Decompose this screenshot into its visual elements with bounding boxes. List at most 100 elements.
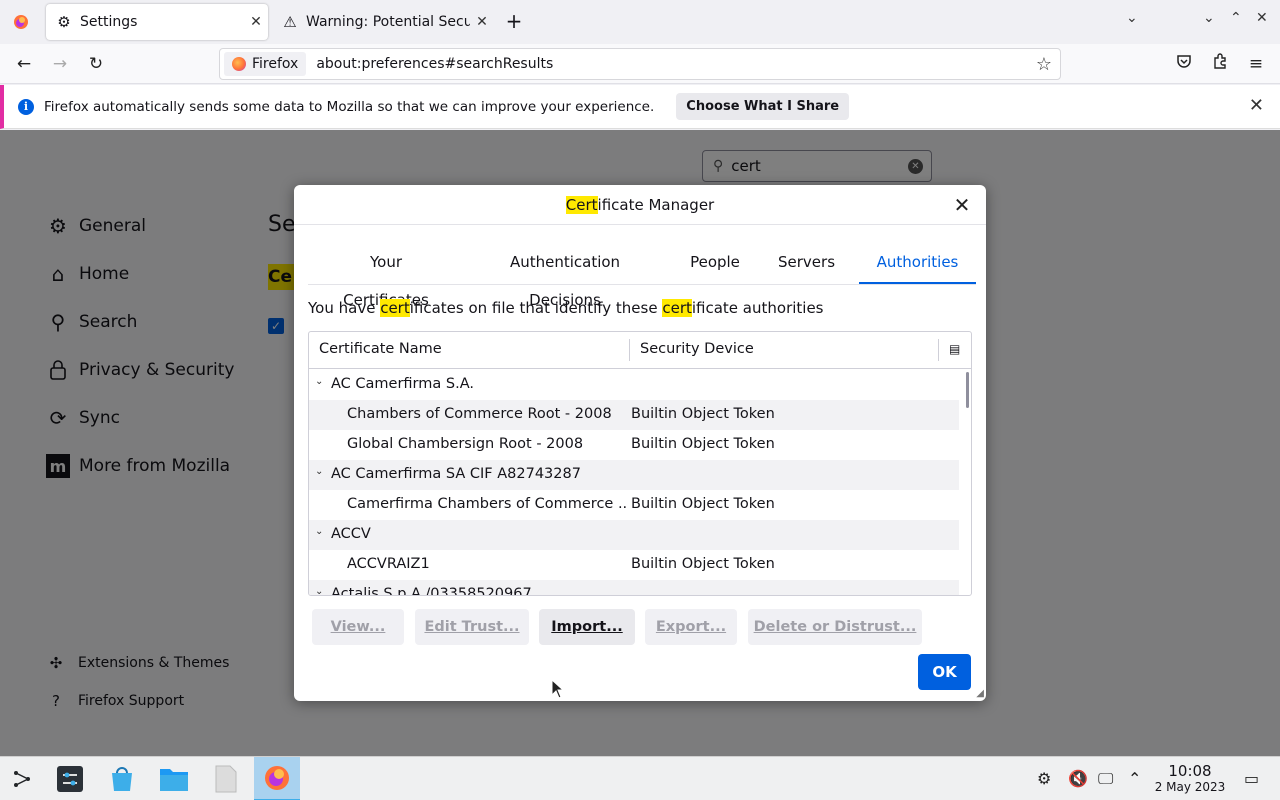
tree-group-row[interactable]: ⌄ AC Camerfirma SA CIF A82743287 <box>309 460 959 490</box>
app-launcher-icon[interactable] <box>6 763 38 795</box>
reload-icon[interactable]: ↻ <box>84 52 108 76</box>
tree-row[interactable]: ACCVRAIZ1 Builtin Object Token <box>309 550 959 580</box>
certificate-manager-dialog: Certificate Manager ✕ Your Certificates … <box>294 185 986 701</box>
tree-header: Certificate Name Security Device ▤ <box>309 332 971 369</box>
warning-icon: ⚠ <box>283 13 297 31</box>
tab-settings[interactable]: ⚙ Settings ✕ <box>46 4 268 40</box>
network-icon[interactable]: ⚙ <box>1037 769 1051 788</box>
tab-your-certificates[interactable]: Your Certificates <box>328 243 444 309</box>
firefox-taskbar-icon[interactable] <box>254 757 300 800</box>
tray-expand-icon[interactable]: ⌃ <box>1128 769 1141 788</box>
chevron-down-icon[interactable]: ⌄ <box>315 586 323 595</box>
security-device: Builtin Object Token <box>631 436 775 452</box>
firefox-logo-icon <box>232 57 246 71</box>
scrollbar[interactable] <box>966 372 969 408</box>
close-tab-icon[interactable]: ✕ <box>244 14 268 30</box>
discover-icon[interactable] <box>106 763 138 795</box>
tab-authorities[interactable]: Authorities <box>859 243 976 284</box>
certificate-name: Actalis S.p.A./03358520967 <box>331 586 532 596</box>
certificate-tabs: Your Certificates Authentication Decisio… <box>308 243 976 309</box>
mouse-cursor-icon <box>551 679 565 699</box>
url-text[interactable]: about:preferences#searchResults <box>316 56 553 72</box>
desc-text: You have <box>308 299 381 317</box>
clock-time: 10:08 <box>1168 762 1212 780</box>
resize-grip-icon[interactable]: ◢ <box>976 688 984 699</box>
certificate-name: Camerfirma Chambers of Commerce ... <box>347 496 627 512</box>
tab-title: Settings <box>80 14 138 30</box>
clock-date: 2 May 2023 <box>1154 780 1226 794</box>
tree-group-row[interactable]: ⌄ Actalis S.p.A./03358520967 <box>309 580 959 596</box>
tab-servers[interactable]: Servers <box>778 243 835 284</box>
clock[interactable]: 10:08 2 May 2023 <box>1150 763 1230 795</box>
tab-people[interactable]: People <box>690 243 740 284</box>
file-manager-icon[interactable] <box>158 763 190 795</box>
gear-icon: ⚙ <box>57 13 71 31</box>
close-icon[interactable]: ✕ <box>1249 95 1264 116</box>
tree-row[interactable]: Chambers of Commerce Root - 2008 Builtin … <box>309 400 959 430</box>
security-device: Builtin Object Token <box>631 556 775 572</box>
column-header-certificate-name[interactable]: Certificate Name <box>319 341 442 357</box>
chevron-down-icon[interactable]: ⌄ <box>315 466 323 477</box>
certificate-name: AC Camerfirma SA CIF A82743287 <box>331 466 581 482</box>
pocket-icon[interactable] <box>1172 52 1196 76</box>
data-reporting-notification: i Firefox automatically sends some data … <box>0 85 1280 129</box>
close-tab-icon[interactable]: ✕ <box>470 14 494 30</box>
tree-rows: ⌄ AC Camerfirma S.A. Chambers of Commerce … <box>309 370 959 596</box>
certificate-name: AC Camerfirma S.A. <box>331 376 474 392</box>
info-icon: i <box>18 98 34 115</box>
new-tab-button[interactable]: + <box>502 10 526 34</box>
firefox-view-button[interactable] <box>6 6 36 38</box>
tree-group-row[interactable]: ⌄ ACCV <box>309 520 959 550</box>
column-header-security-device[interactable]: Security Device <box>640 341 754 357</box>
document-icon[interactable] <box>210 763 242 795</box>
notification-text: Firefox automatically sends some data to… <box>44 98 655 115</box>
tab-bar: ⚙ Settings ✕ ⚠ Warning: Potential Securi… <box>0 0 1280 44</box>
dialog-title-text: ificate Manager <box>597 196 715 214</box>
column-picker-icon[interactable]: ▤ <box>949 342 960 356</box>
search-highlight: Cert <box>565 196 598 214</box>
navigation-toolbar: ← → ↻ Firefox about:preferences#searchRe… <box>0 44 1280 84</box>
maximize-icon[interactable]: ⌃ <box>1230 10 1242 26</box>
tab-authentication-decisions[interactable]: Authentication Decisions <box>477 243 653 309</box>
dialog-title: Certificate Manager <box>294 185 986 225</box>
delete-or-distrust-button[interactable]: Delete or Distrust... <box>748 609 922 645</box>
ok-button[interactable]: OK <box>918 654 971 690</box>
taskbar: ⚙ 🔇 🖵 ⌃ 10:08 2 May 2023 ▭ <box>0 756 1280 800</box>
bookmark-star-icon[interactable]: ☆ <box>1036 54 1052 75</box>
view-button[interactable]: View... <box>312 609 404 645</box>
show-desktop-icon[interactable]: ▭ <box>1244 769 1259 788</box>
import-button[interactable]: Import... <box>539 609 635 645</box>
menu-icon[interactable]: ≡ <box>1244 52 1268 76</box>
url-bar[interactable]: Firefox about:preferences#searchResults … <box>219 48 1061 80</box>
chevron-down-icon[interactable]: ⌄ <box>315 526 323 537</box>
choose-what-i-share-button[interactable]: Choose What I Share <box>676 93 850 120</box>
certificate-tree[interactable]: Certificate Name Security Device ▤ ⌄ AC C… <box>308 331 972 596</box>
column-divider[interactable] <box>629 339 630 361</box>
column-divider[interactable] <box>938 339 939 361</box>
search-highlight: cert <box>662 299 692 317</box>
edit-trust-button[interactable]: Edit Trust... <box>415 609 529 645</box>
tree-row[interactable]: Global Chambersign Root - 2008 Builtin Ob… <box>309 430 959 460</box>
list-all-tabs-icon[interactable]: ⌄ <box>1126 10 1138 26</box>
authorities-description: You have certificates on file that ident… <box>308 299 824 317</box>
system-settings-icon[interactable] <box>54 763 86 795</box>
display-icon[interactable]: 🖵 <box>1098 769 1113 789</box>
close-icon[interactable]: ✕ <box>950 193 974 217</box>
export-button[interactable]: Export... <box>645 609 737 645</box>
volume-muted-icon[interactable]: 🔇 <box>1068 769 1088 788</box>
minimize-icon[interactable]: ⌄ <box>1203 10 1215 26</box>
tab-title: Warning: Potential Security <box>306 14 470 30</box>
desc-text: ificates on file that identify these <box>409 299 663 317</box>
tree-row[interactable]: Camerfirma Chambers of Commerce ... Built… <box>309 490 959 520</box>
back-icon[interactable]: ← <box>12 52 36 76</box>
close-window-icon[interactable]: ✕ <box>1256 10 1268 26</box>
tab-warning[interactable]: ⚠ Warning: Potential Security ✕ <box>272 4 494 40</box>
chevron-down-icon[interactable]: ⌄ <box>315 376 323 387</box>
certificate-name: ACCV <box>331 526 371 542</box>
forward-icon[interactable]: → <box>48 52 72 76</box>
desc-text: ificate authorities <box>691 299 824 317</box>
identity-label: Firefox <box>252 56 299 72</box>
tree-group-row[interactable]: ⌄ AC Camerfirma S.A. <box>309 370 959 400</box>
extensions-icon[interactable] <box>1208 52 1232 76</box>
identity-box[interactable]: Firefox <box>224 52 307 76</box>
